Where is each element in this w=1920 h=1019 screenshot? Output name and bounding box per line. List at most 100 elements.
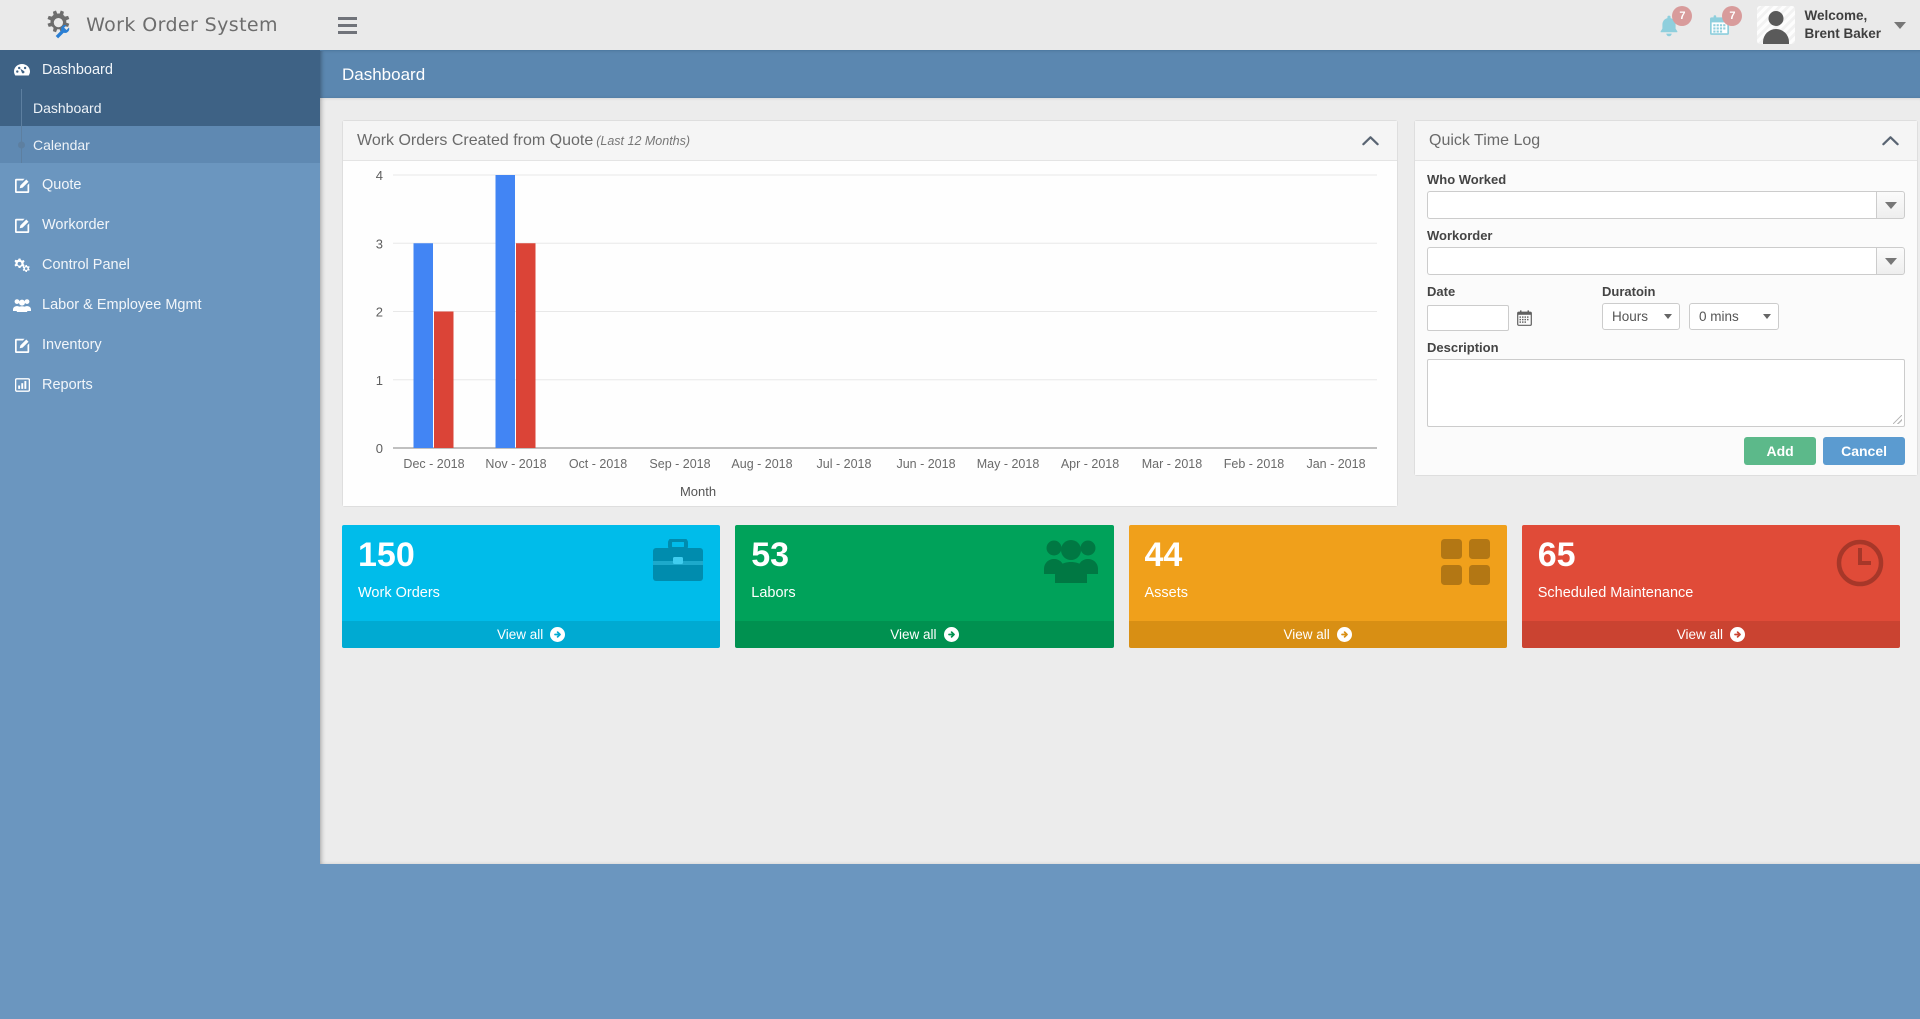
stat-card-view-all-label: View all (1283, 627, 1330, 642)
qtl-panel-title: Quick Time Log (1429, 131, 1541, 149)
who-worked-label: Who Worked (1427, 172, 1507, 187)
arrow-circle-right-icon (550, 627, 566, 642)
users-icon (12, 298, 32, 312)
duration-minutes-value: 0 mins (1699, 309, 1739, 324)
stat-card-view-all-label: View all (890, 627, 937, 642)
hamburger-icon[interactable] (334, 0, 374, 50)
avatar-head (1768, 11, 1784, 26)
users-group-icon (1043, 539, 1098, 588)
svg-text:Jan - 2018: Jan - 2018 (1306, 457, 1365, 471)
calendar-icon[interactable] (1517, 310, 1532, 326)
notifications-button[interactable]: 7 (1647, 5, 1693, 45)
sidebar-item-reports[interactable]: Reports (0, 365, 320, 405)
stat-card[interactable]: 44 Assets View all (1128, 525, 1507, 648)
sidebar-item-label: Labor & Employee Mgmt (42, 297, 202, 313)
stat-card-label: Assets (1144, 585, 1189, 601)
grid-squares-icon (1440, 539, 1491, 590)
stat-card-body: 53 Labors (735, 525, 1114, 621)
workorder-select[interactable] (1427, 247, 1905, 275)
svg-text:Apr - 2018: Apr - 2018 (1061, 457, 1119, 471)
stat-card-view-all-label: View all (496, 627, 544, 642)
description-textarea[interactable] (1427, 359, 1905, 427)
calendar-badge: 7 (1722, 6, 1743, 26)
stat-card-view-all-button[interactable]: View all (1521, 621, 1900, 648)
duration-minutes-select[interactable]: 0 mins (1689, 303, 1779, 330)
chevron-up-icon[interactable] (1878, 131, 1903, 150)
bar-chart-icon (12, 378, 32, 392)
who-worked-select[interactable] (1427, 191, 1905, 219)
sub-connector-line (21, 89, 22, 126)
avatar-body (1763, 29, 1790, 44)
sidebar-subitem-dashboard[interactable]: Dashboard (0, 89, 320, 126)
chevron-up-icon[interactable] (1358, 131, 1383, 150)
sidebar-subitem-label: Calendar (33, 136, 90, 153)
sub-bullet-icon (18, 141, 25, 148)
date-field-row (1427, 303, 1602, 333)
svg-text:Jul - 2018: Jul - 2018 (817, 457, 872, 471)
bar-chart: 0 1 2 3 4 Dec - 2018 Nov - 2018 Oct - 2018 Sep -… (343, 161, 1397, 506)
clock-icon (1836, 539, 1884, 592)
briefcase-icon (652, 538, 704, 590)
brand-logo-area[interactable]: Work Order System (0, 0, 320, 50)
svg-text:Sep - 2018: Sep - 2018 (649, 457, 710, 471)
duration-hours-value: Hours (1612, 309, 1649, 324)
stat-card[interactable]: 150 Work Orders View all (342, 525, 721, 648)
stat-card-number: 65 (1537, 536, 1576, 574)
calendar-button[interactable]: 7 (1697, 5, 1743, 45)
who-worked-input[interactable] (1427, 191, 1876, 219)
topbar-icon-group: 7 7 Welcome, Brent Baker (1647, 0, 1906, 50)
sidebar-item-label: Quote (42, 177, 82, 193)
chevron-down-icon[interactable] (1894, 21, 1906, 29)
duration-hours-select[interactable]: Hours (1602, 303, 1680, 330)
chart-panel-header: Work Orders Created from Quote (Last 12 M… (343, 121, 1397, 161)
caret-down-icon[interactable] (1876, 247, 1905, 275)
sidebar-item-control-panel[interactable]: Control Panel (0, 245, 320, 285)
content-area: Work Orders Created from Quote (Last 12 M… (320, 98, 1920, 864)
arrow-circle-right-icon (943, 627, 959, 642)
sidebar-item-dashboard[interactable]: Dashboard (0, 50, 320, 89)
workorder-input[interactable] (1427, 247, 1876, 275)
sidebar-item-quote[interactable]: Quote (0, 165, 320, 205)
cancel-button[interactable]: Cancel (1823, 437, 1905, 465)
top-widgets-row: Work Orders Created from Quote (Last 12 M… (342, 120, 1918, 507)
sidebar-subitem-calendar[interactable]: Calendar (0, 126, 320, 163)
date-input[interactable] (1427, 305, 1509, 331)
stat-card[interactable]: 53 Labors View all (735, 525, 1114, 648)
qtl-button-row: Add Cancel (1427, 437, 1905, 465)
user-greeting-block: Welcome, Brent Baker (1804, 7, 1881, 43)
sidebar-subitem-label: Dashboard (33, 99, 102, 116)
stat-card[interactable]: 65 Scheduled Maintenance View all (1521, 525, 1900, 648)
user-avatar-icon (1757, 6, 1796, 44)
stat-cards-row: 150 Work Orders View all 53 Labors View all 44… (342, 525, 1900, 648)
sidebar-item-labor-employee-mgmt[interactable]: Labor & Employee Mgmt (0, 285, 320, 325)
caret-down-icon (1763, 314, 1771, 319)
sidebar-item-label: Control Panel (42, 257, 130, 273)
resize-handle-icon[interactable] (1893, 415, 1902, 424)
sidebar-item-workorder[interactable]: Workorder (0, 205, 320, 245)
date-column: Date (1427, 284, 1602, 333)
qtl-form: Who Worked Workorder Date Duratoin Hours… (1415, 161, 1917, 475)
dashboard-icon (12, 63, 32, 77)
sidebar-item-label: Inventory (42, 337, 102, 353)
svg-text:Feb - 2018: Feb - 2018 (1224, 457, 1285, 471)
qtl-panel-header: Quick Time Log (1415, 121, 1917, 161)
hamburger-bar (338, 30, 357, 34)
gears-icon (12, 258, 32, 273)
user-menu[interactable]: Welcome, Brent Baker (1747, 0, 1906, 50)
svg-text:2: 2 (376, 305, 383, 320)
sidebar-item-inventory[interactable]: Inventory (0, 325, 320, 365)
duration-field-row: Hours 0 mins (1602, 303, 1905, 333)
add-button[interactable]: Add (1744, 437, 1817, 465)
stat-card-view-all-button[interactable]: View all (342, 621, 721, 648)
svg-text:4: 4 (376, 168, 383, 183)
stat-card-body: 150 Work Orders (342, 525, 721, 621)
caret-down-icon[interactable] (1876, 191, 1905, 219)
stat-card-view-all-button[interactable]: View all (735, 621, 1114, 648)
stat-card-body: 44 Assets (1128, 525, 1507, 621)
duration-column: Duratoin Hours 0 mins (1602, 284, 1905, 333)
stat-card-view-all-button[interactable]: View all (1128, 621, 1507, 648)
chart-title-text: Work Orders Created from Quote (357, 131, 594, 149)
arrow-circle-right-icon (1730, 627, 1746, 642)
date-duration-row: Date Duratoin Hours 0 mins (1427, 284, 1905, 333)
hamburger-bar (338, 16, 357, 20)
